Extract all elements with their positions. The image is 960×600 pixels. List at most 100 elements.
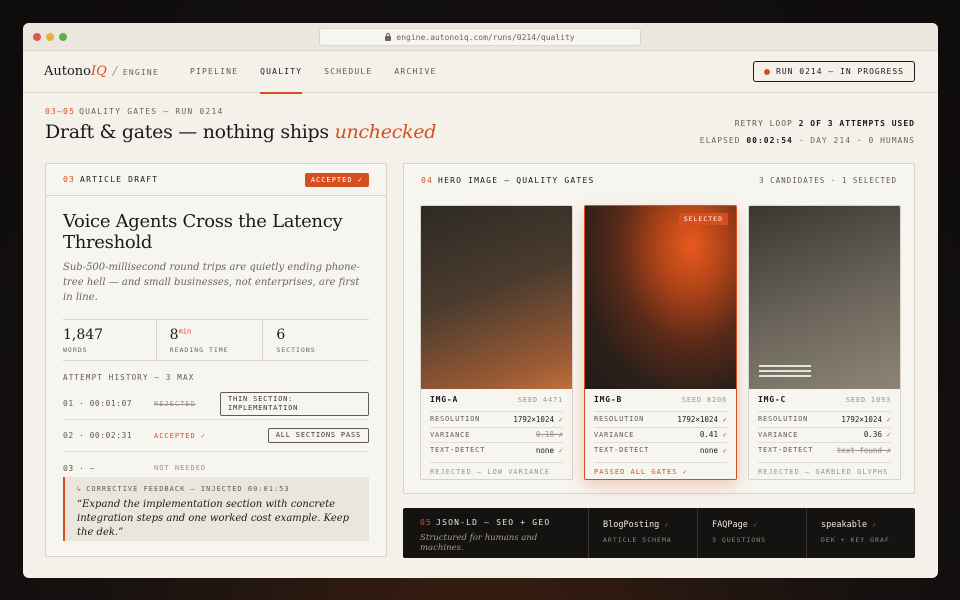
text-detect-row: TEXT-DETECT none ✓	[594, 442, 727, 458]
brand-logo: AutonoIQ	[44, 64, 107, 79]
attempt-status: ACCEPTED ✓	[154, 431, 207, 440]
candidate-img-b[interactable]: SELECTED IMG-B SEED 8206 RESOLUTION 1792×1…	[584, 205, 737, 480]
feedback-heading: ↳ CORRECTIVE FEEDBACK — INJECTED 00:01:53	[77, 485, 357, 493]
candidate-details: IMG-C SEED 1093 RESOLUTION 1792×1024 ✓ VAR…	[749, 389, 900, 476]
schema-subtitle: Structured for humans and machines.	[420, 533, 538, 553]
check-icon: ✓	[722, 414, 727, 424]
stat-sections: 6 SECTIONS	[263, 320, 369, 360]
schema-item-sub: ARTICLE SCHEMA	[603, 536, 672, 544]
check-icon: ✓	[886, 430, 891, 440]
candidate-thumbnail[interactable]: SELECTED	[585, 206, 736, 389]
check-icon: ✓	[558, 445, 563, 455]
return-arrow-icon: ↳	[77, 485, 83, 493]
retry-loop: RETRY LOOP 2 OF 3 ATTEMPTS USED	[700, 119, 915, 128]
variance-cell: 0.36 ✓	[864, 430, 891, 439]
nav-archive[interactable]: ARCHIVE	[383, 51, 447, 93]
hero-card-title: HERO IMAGE — QUALITY GATES	[438, 175, 595, 185]
retry-label: RETRY LOOP	[734, 119, 799, 128]
words-value: 1,847	[63, 327, 104, 343]
article-card-header: 03 ARTICLE DRAFT ACCEPTED ✓	[46, 164, 386, 196]
app-window: engine.autonoiq.com/runs/0214/quality Au…	[23, 23, 938, 578]
candidate-thumbnail[interactable]	[421, 206, 572, 389]
schema-step-number: 05	[420, 518, 433, 527]
text-detect-cell: none ✓	[536, 446, 563, 455]
text-detect-row: TEXT-DETECT none ✓	[430, 442, 563, 458]
check-icon: ✓	[872, 521, 877, 529]
title-emphasis: unchecked	[334, 121, 437, 143]
resolution-cell: 1792×1024 ✓	[513, 415, 563, 424]
selected-badge: SELECTED	[678, 213, 728, 225]
resolution-label: RESOLUTION	[758, 415, 809, 424]
candidate-thumbnail[interactable]	[749, 206, 900, 389]
reading-time-unit: min	[178, 327, 192, 336]
article-step-number: 03	[63, 175, 76, 184]
variance-value: 0.36	[863, 430, 882, 440]
attempt-row[interactable]: 02 · 00:02:31 ACCEPTED ✓ ALL SECTIONS PA…	[63, 420, 369, 452]
text-detect-label: TEXT-DETECT	[594, 446, 650, 455]
attempt-time: 03 · —	[63, 463, 95, 473]
lock-icon	[385, 32, 392, 41]
text-detect-cell: none ✓	[700, 446, 727, 455]
candidate-img-c[interactable]: IMG-C SEED 1093 RESOLUTION 1792×1024 ✓ VAR…	[748, 205, 901, 480]
minimize-window-button[interactable]	[46, 33, 54, 41]
url-bar[interactable]: engine.autonoiq.com/runs/0214/quality	[319, 28, 641, 46]
candidate-header: IMG-A SEED 4471	[430, 395, 563, 411]
candidate-header: IMG-C SEED 1093	[758, 395, 891, 411]
text-detect-label: TEXT-DETECT	[758, 446, 814, 455]
brand-separator: /	[112, 64, 117, 78]
resolution-cell: 1792×1024 ✓	[677, 415, 727, 424]
elapsed-label: ELAPSED	[699, 136, 747, 145]
page-eyebrow: 03–05 QUALITY GATES — RUN 0214	[45, 107, 436, 116]
attempt-history-heading: ATTEMPT HISTORY — 3 MAX	[63, 373, 195, 382]
step-range: 03–05	[45, 107, 76, 116]
attempt-time: 01 · 00:01:07	[63, 399, 133, 408]
accepted-badge: ACCEPTED ✓	[304, 172, 369, 187]
stat-reading-time-value: 8min	[170, 327, 263, 343]
candidate-details: IMG-B SEED 8206 RESOLUTION 1792×1024 ✓ VAR…	[585, 389, 736, 476]
candidate-status: REJECTED — LOW VARIANCE	[430, 461, 563, 476]
check-icon: ✓	[722, 430, 727, 440]
article-card-title: ARTICLE DRAFT	[80, 175, 159, 184]
candidate-id: IMG-A	[430, 395, 459, 404]
brand[interactable]: AutonoIQ / ENGINE	[44, 64, 159, 79]
text-detect-value: none	[699, 445, 718, 455]
text-detect-value: none	[535, 445, 554, 455]
resolution-label: RESOLUTION	[594, 415, 645, 424]
variance-label: VARIANCE	[430, 430, 471, 439]
schema-title: JSON-LD — SEO + GEO	[436, 518, 551, 527]
json-ld-heading: 05 JSON-LD — SEO + GEO	[420, 518, 571, 527]
nav-pipeline[interactable]: PIPELINE	[190, 51, 249, 93]
close-window-button[interactable]	[33, 33, 41, 41]
brand-subtitle: ENGINE	[122, 68, 159, 77]
retry-value: 2 OF 3 ATTEMPTS USED	[798, 119, 915, 128]
schema-item-name: speakable	[821, 520, 868, 530]
article-title: Voice Agents Cross the Latency Threshold	[63, 211, 343, 253]
stat-words-value: 1,847	[63, 327, 156, 343]
maximize-window-button[interactable]	[59, 33, 67, 41]
stat-reading-time: 8min READING TIME	[157, 320, 264, 360]
variance-label: VARIANCE	[758, 430, 799, 439]
nav-quality[interactable]: QUALITY	[249, 51, 313, 94]
schema-item-name: BlogPosting	[603, 520, 660, 530]
candidate-list: IMG-A SEED 4471 RESOLUTION 1792×1024 ✓ VAR…	[420, 205, 901, 480]
run-status-text: RUN 0214 — IN PROGRESS	[776, 67, 904, 76]
schema-blogposting[interactable]: BlogPosting ✓ ARTICLE SCHEMA	[589, 508, 698, 558]
text-detect-row: TEXT-DETECT text found ✗	[758, 442, 891, 458]
attempt-row[interactable]: 01 · 00:01:07 REJECTED THIN SECTION: IMP…	[63, 388, 369, 420]
variance-cell: 0.41 ✓	[700, 430, 727, 439]
main-nav: PIPELINE QUALITY SCHEDULE ARCHIVE	[190, 51, 448, 94]
run-status-badge[interactable]: RUN 0214 — IN PROGRESS	[753, 61, 915, 82]
article-dek: Sub-500-millisecond round trips are quie…	[63, 262, 360, 303]
schema-item-title: BlogPosting ✓	[603, 520, 683, 530]
resolution-value: 1792×1024	[841, 414, 882, 424]
candidate-img-a[interactable]: IMG-A SEED 4471 RESOLUTION 1792×1024 ✓ VAR…	[420, 205, 573, 480]
nav-schedule[interactable]: SCHEDULE	[313, 51, 383, 93]
text-detect-value: text found	[836, 445, 882, 455]
schema-speakable[interactable]: speakable ✓ DEK + KEY GRAF	[807, 508, 915, 558]
attempt-time: 02 · 00:02:31	[63, 431, 133, 440]
page-title: Draft & gates — nothing ships unchecked	[45, 121, 436, 143]
schema-faqpage[interactable]: FAQPage ✓ 3 QUESTIONS	[698, 508, 807, 558]
elapsed-value: 00:02:54	[746, 136, 793, 145]
resolution-value: 1792×1024	[513, 414, 554, 424]
candidate-id: IMG-B	[594, 395, 623, 404]
